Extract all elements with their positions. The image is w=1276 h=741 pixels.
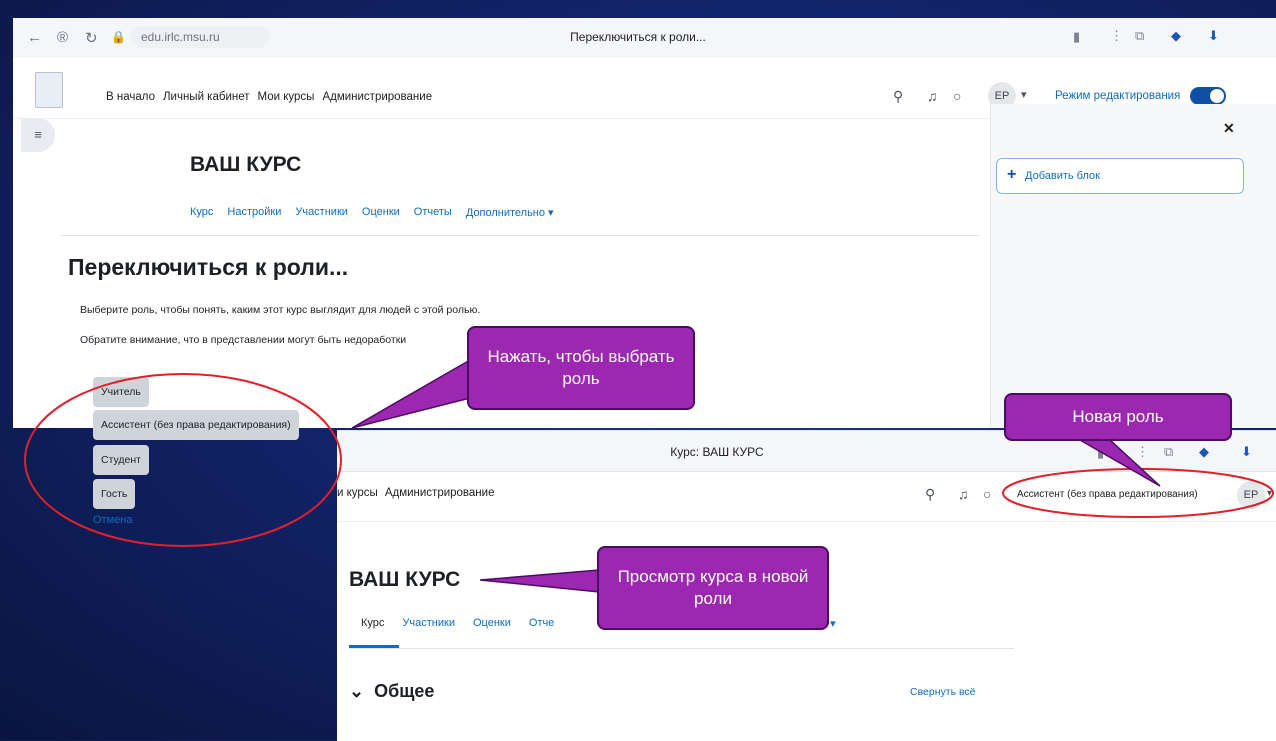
close-icon[interactable]: ✕ [1223, 120, 1235, 137]
avatar[interactable]: ЕР [1237, 481, 1265, 509]
nav-my-courses[interactable]: и курсы [337, 487, 378, 499]
nav-dashboard[interactable]: Личный кабинет [163, 91, 250, 103]
switch-role-note: Обратите внимание, что в представлении м… [80, 334, 407, 346]
search-icon[interactable]: ⚲ [925, 486, 935, 503]
tab-grades[interactable]: Оценки [473, 617, 511, 629]
bell-icon[interactable]: ♫ [927, 88, 938, 104]
edit-mode-toggle[interactable] [1190, 87, 1226, 105]
section-title: Общее [374, 681, 435, 701]
callout-new-role: Новая роль [1004, 393, 1232, 441]
tab-course[interactable]: Курс [361, 617, 384, 629]
tab-more[interactable]: Дополнительно ▾ [466, 206, 554, 219]
reload-icon[interactable]: ↻ [85, 29, 98, 47]
section-chevron-icon[interactable]: ⌄ [349, 681, 364, 701]
download-icon[interactable]: ⬇ [1241, 444, 1252, 460]
bell-icon[interactable]: ♫ [958, 486, 969, 502]
cancel-link[interactable]: Отмена [93, 514, 132, 526]
tab-participants[interactable]: Участники [295, 206, 348, 219]
current-role-label[interactable]: Ассистент (без права редактирования) [1017, 489, 1198, 500]
shield-icon[interactable]: ◆ [1171, 28, 1181, 44]
menu-dots-icon[interactable]: ⋮ [1110, 28, 1123, 44]
add-block-button[interactable]: + Добавить блок [996, 158, 1244, 194]
course-tabs: Курс Настройки Участники Оценки Отчеты Д… [190, 206, 554, 219]
role-button-assistant[interactable]: Ассистент (без права редактирования) [93, 410, 299, 440]
tab-title: Курс: ВАШ КУРС [670, 445, 764, 459]
tab-grades[interactable]: Оценки [362, 206, 400, 219]
primary-nav: В начало Личный кабинет Мои курсы Админи… [106, 91, 432, 103]
block-drawer [990, 104, 1276, 428]
chevron-down-icon[interactable]: ▾ [1267, 488, 1272, 499]
download-icon[interactable]: ⬇ [1208, 28, 1219, 44]
chat-icon[interactable]: ○ [953, 88, 961, 104]
course-index-drawer-button[interactable]: ≡ [21, 118, 55, 152]
extensions-icon[interactable]: ⧉ [1164, 444, 1173, 460]
tab-settings[interactable]: Настройки [227, 206, 281, 219]
extensions-icon[interactable]: ⧉ [1135, 28, 1144, 44]
primary-nav: и курсы Администрирование [337, 487, 494, 499]
tab-reports[interactable]: Отчеты [414, 206, 452, 219]
callout-view-course: Просмотр курса в новой роли [597, 546, 829, 630]
switch-role-description: Выберите роль, чтобы понять, каким этот … [80, 304, 481, 316]
search-icon[interactable]: ⚲ [893, 88, 903, 105]
callout-choose-role: Нажать, чтобы выбрать роль [467, 326, 695, 410]
back-icon[interactable]: ← [27, 29, 42, 46]
page-heading: Переключиться к роли... [68, 254, 349, 280]
course-title: ВАШ КУРС [190, 153, 302, 176]
browser-toolbar: ← ® ↻ 🔒 edu.irlc.msu.ru Переключиться к … [13, 18, 1276, 59]
nav-home[interactable]: В начало [106, 91, 155, 103]
lock-icon: 🔒 [111, 30, 126, 44]
add-block-label: Добавить блок [1025, 170, 1100, 182]
tab-title: Переключиться к роли... [570, 30, 706, 44]
nav-administration[interactable]: Администрирование [385, 487, 495, 499]
tab-participants[interactable]: Участники [402, 617, 455, 629]
divider [349, 648, 1014, 649]
bookmark-icon[interactable]: ▮ [1073, 29, 1080, 45]
role-button-guest[interactable]: Гость [93, 479, 136, 509]
plus-icon: + [1007, 166, 1017, 183]
section-general[interactable]: ⌄ Общее [349, 681, 434, 702]
site-logo[interactable] [35, 72, 63, 108]
edit-mode-label: Режим редактирования [1055, 90, 1181, 102]
course-tabs: Курс Участники Оценки Отче [361, 617, 554, 629]
menu-dots-icon[interactable]: ⋮ [1136, 444, 1149, 460]
privacy-icon[interactable]: ® [57, 29, 68, 46]
chevron-down-icon[interactable]: ▾ [1021, 88, 1027, 101]
role-button-student[interactable]: Студент [93, 445, 149, 475]
shield-icon[interactable]: ◆ [1199, 444, 1209, 460]
address-bar[interactable]: edu.irlc.msu.ru [131, 26, 269, 48]
bookmark-icon[interactable]: ▮ [1097, 445, 1104, 461]
role-button-teacher[interactable]: Учитель [93, 377, 149, 407]
course-title: ВАШ КУРС [349, 568, 461, 591]
collapse-all-link[interactable]: Свернуть всё [910, 686, 976, 698]
chat-icon[interactable]: ○ [983, 486, 991, 502]
divider [61, 235, 979, 236]
tab-course[interactable]: Курс [190, 206, 213, 219]
nav-administration[interactable]: Администрирование [322, 91, 432, 103]
nav-my-courses[interactable]: Мои курсы [258, 91, 315, 103]
divider [337, 521, 1276, 522]
tab-reports[interactable]: Отче [529, 617, 554, 629]
